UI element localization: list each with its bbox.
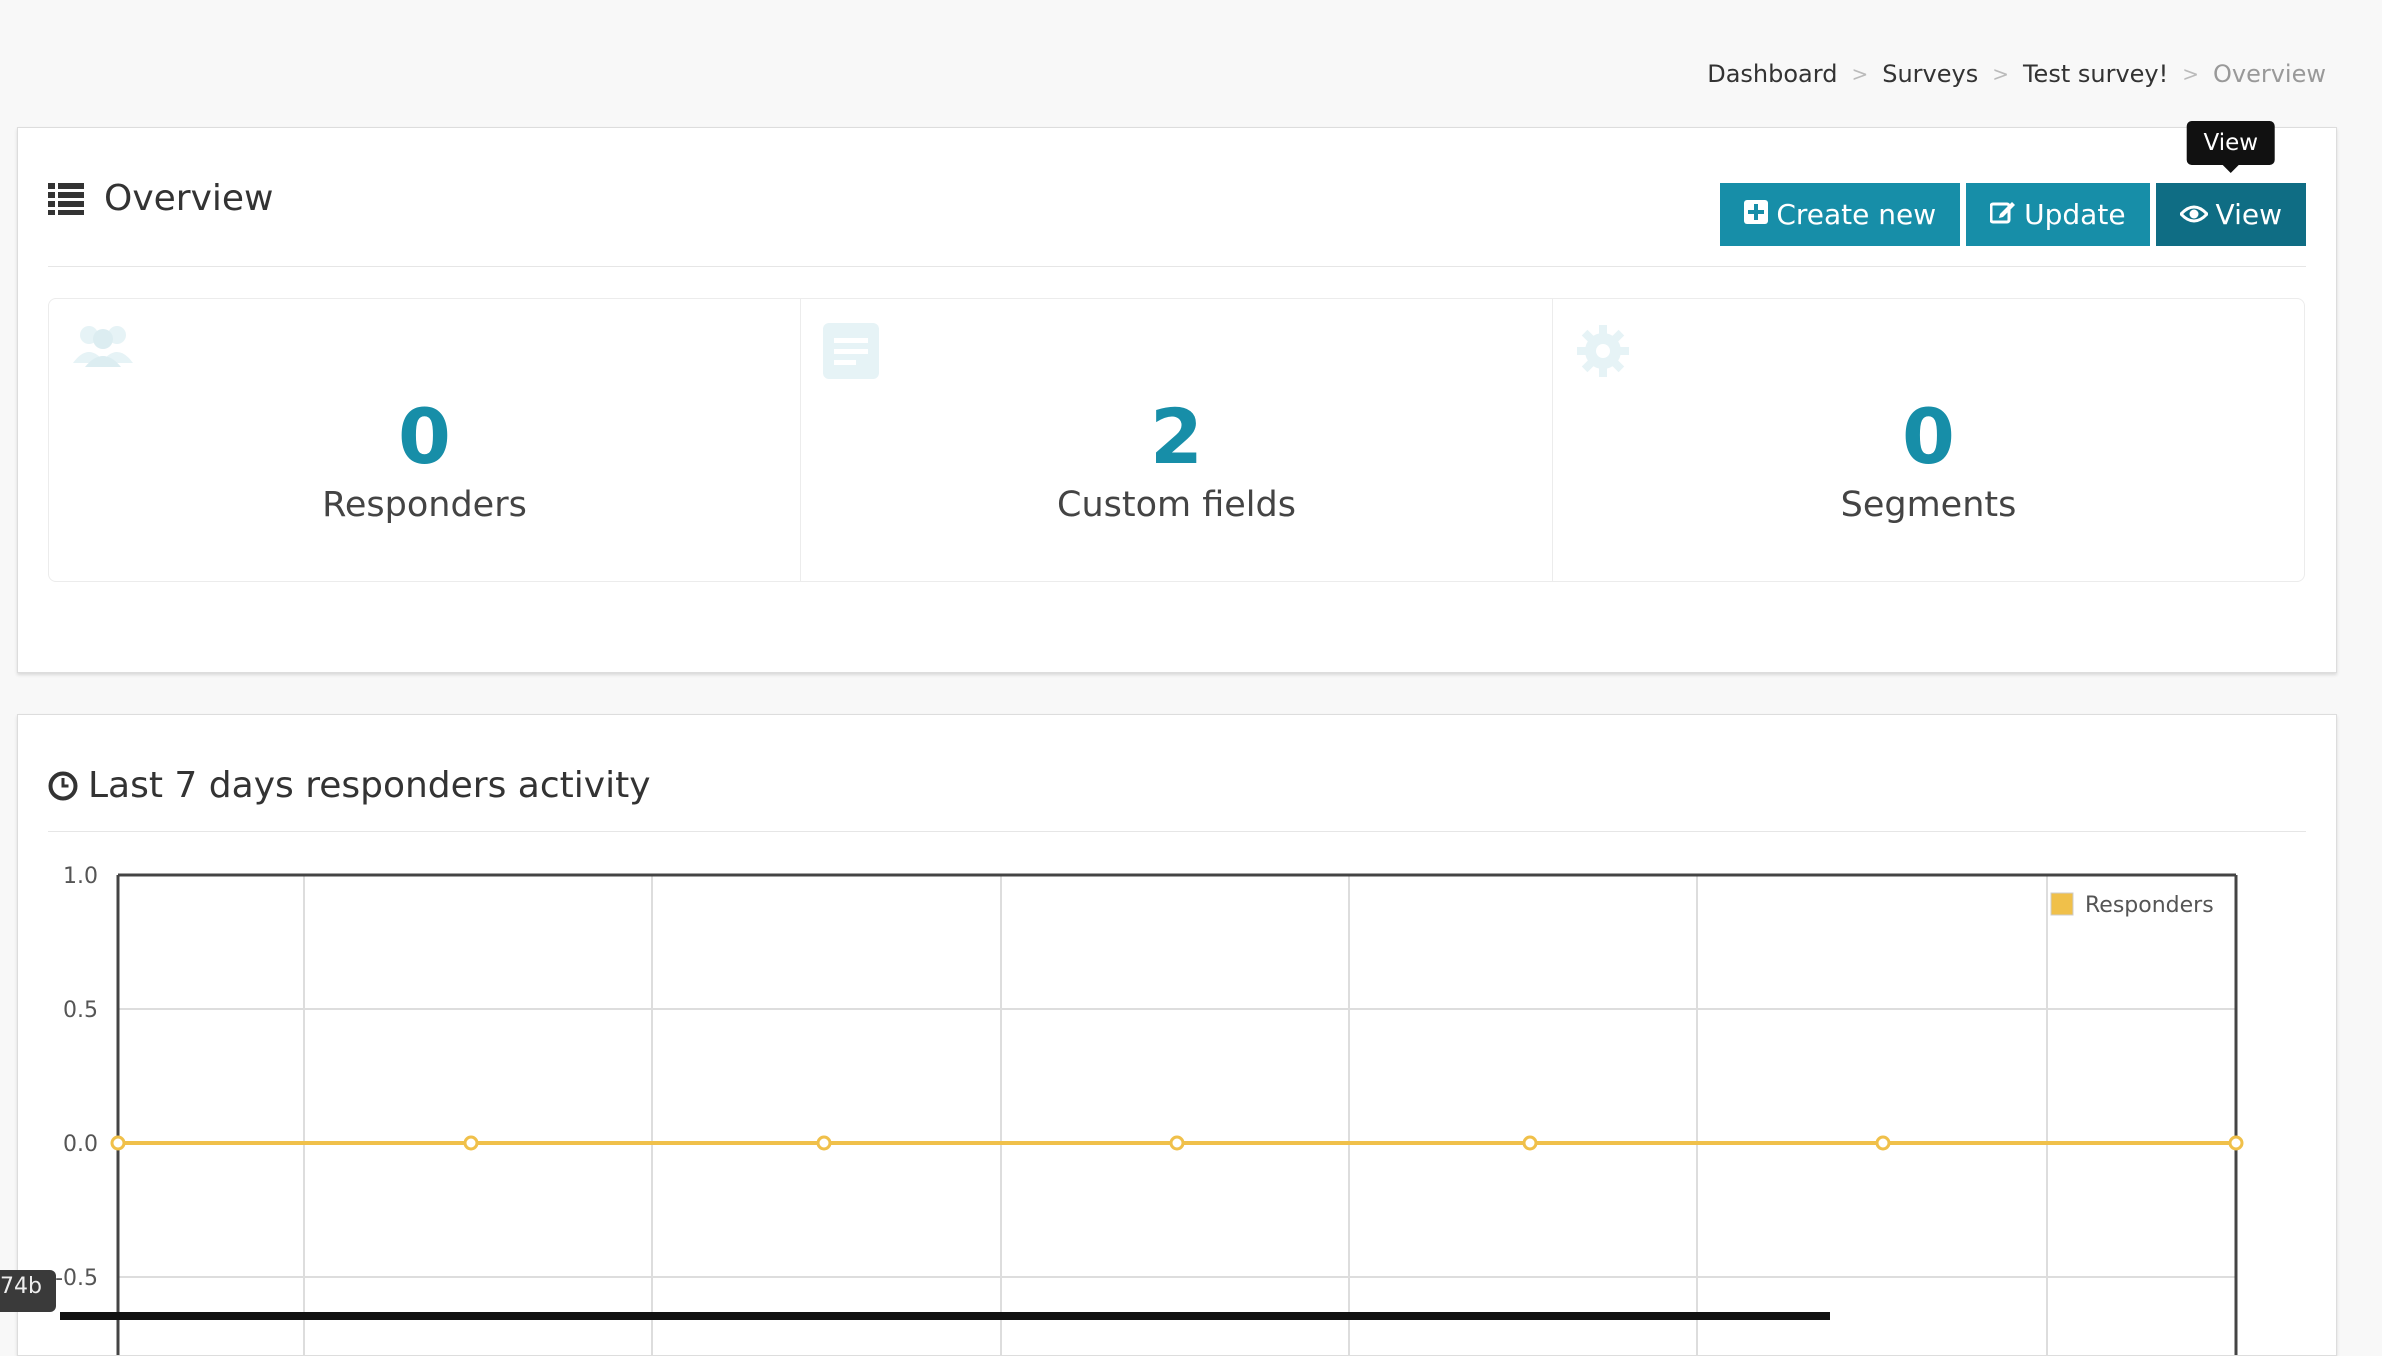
- status-badge: 074b: [0, 1270, 56, 1312]
- custom-fields-count: 2: [1150, 392, 1203, 481]
- overview-panel-header: Overview Create new Update View View: [48, 121, 2306, 267]
- data-point: [1169, 1135, 1185, 1151]
- y-tick-label: 0.5: [63, 998, 98, 1023]
- legend-label: Responders: [2085, 893, 2214, 918]
- action-buttons: Create new Update View View: [1720, 121, 2306, 246]
- data-point: [1522, 1135, 1538, 1151]
- create-new-button[interactable]: Create new: [1720, 183, 1961, 246]
- page-title: Overview: [48, 178, 274, 219]
- stat-custom-fields: 2 Custom fields: [801, 299, 1553, 581]
- activity-panel: Last 7 days responders activity 1.0 0.5 0.…: [17, 714, 2337, 1356]
- legend-swatch: [2050, 892, 2074, 916]
- breadcrumb-separator: >: [1992, 62, 2009, 86]
- users-icon: [71, 323, 135, 371]
- breadcrumb-separator: >: [2182, 62, 2199, 86]
- data-point: [1875, 1135, 1891, 1151]
- stat-responders: 0 Responders: [49, 299, 801, 581]
- document-icon: [823, 323, 879, 383]
- update-button[interactable]: Update: [1966, 183, 2150, 246]
- responders-label: Responders: [322, 485, 527, 525]
- plus-square-icon: [1744, 198, 1769, 231]
- y-tick-label: -0.5: [55, 1266, 98, 1291]
- overview-panel: Overview Create new Update View View 0 R…: [17, 121, 2337, 673]
- data-point: [816, 1135, 832, 1151]
- breadcrumb-dashboard[interactable]: Dashboard: [1707, 60, 1837, 88]
- stat-segments: 0 Segments: [1553, 299, 2304, 581]
- edit-icon: [1989, 198, 2016, 231]
- data-point: [110, 1135, 126, 1151]
- activity-chart: 1.0 0.5 0.0 -0.5 Responders: [55, 864, 2244, 1355]
- plot-area: [118, 875, 2236, 1355]
- gear-icon: [1575, 323, 1631, 383]
- segments-count: 0: [1902, 392, 1955, 481]
- breadcrumb-surveys[interactable]: Surveys: [1882, 60, 1978, 88]
- breadcrumb-separator: >: [1851, 62, 1869, 86]
- update-label: Update: [2024, 198, 2126, 231]
- data-point: [2228, 1135, 2244, 1151]
- y-tick-label: 1.0: [63, 864, 98, 889]
- segments-label: Segments: [1840, 485, 2017, 525]
- view-tooltip: View: [2186, 121, 2276, 173]
- view-button[interactable]: View: [2155, 183, 2306, 246]
- create-new-label: Create new: [1776, 198, 1937, 231]
- breadcrumb-test-survey[interactable]: Test survey!: [2023, 60, 2168, 88]
- breadcrumb: Dashboard > Surveys > Test survey! > Ove…: [1707, 60, 2326, 88]
- responders-count: 0: [398, 392, 451, 481]
- eye-icon: [2178, 198, 2209, 231]
- data-point: [463, 1135, 479, 1151]
- bottom-scrollbar[interactable]: [60, 1312, 1830, 1320]
- breadcrumb-overview: Overview: [2213, 60, 2326, 88]
- view-label: View: [2215, 198, 2282, 231]
- custom-fields-label: Custom fields: [1057, 485, 1296, 525]
- overview-title: Overview: [104, 178, 274, 219]
- list-icon: [48, 182, 84, 215]
- stats-row: 0 Responders 2 Custom fields 0 Segments: [48, 298, 2305, 582]
- y-tick-label: 0.0: [63, 1132, 98, 1157]
